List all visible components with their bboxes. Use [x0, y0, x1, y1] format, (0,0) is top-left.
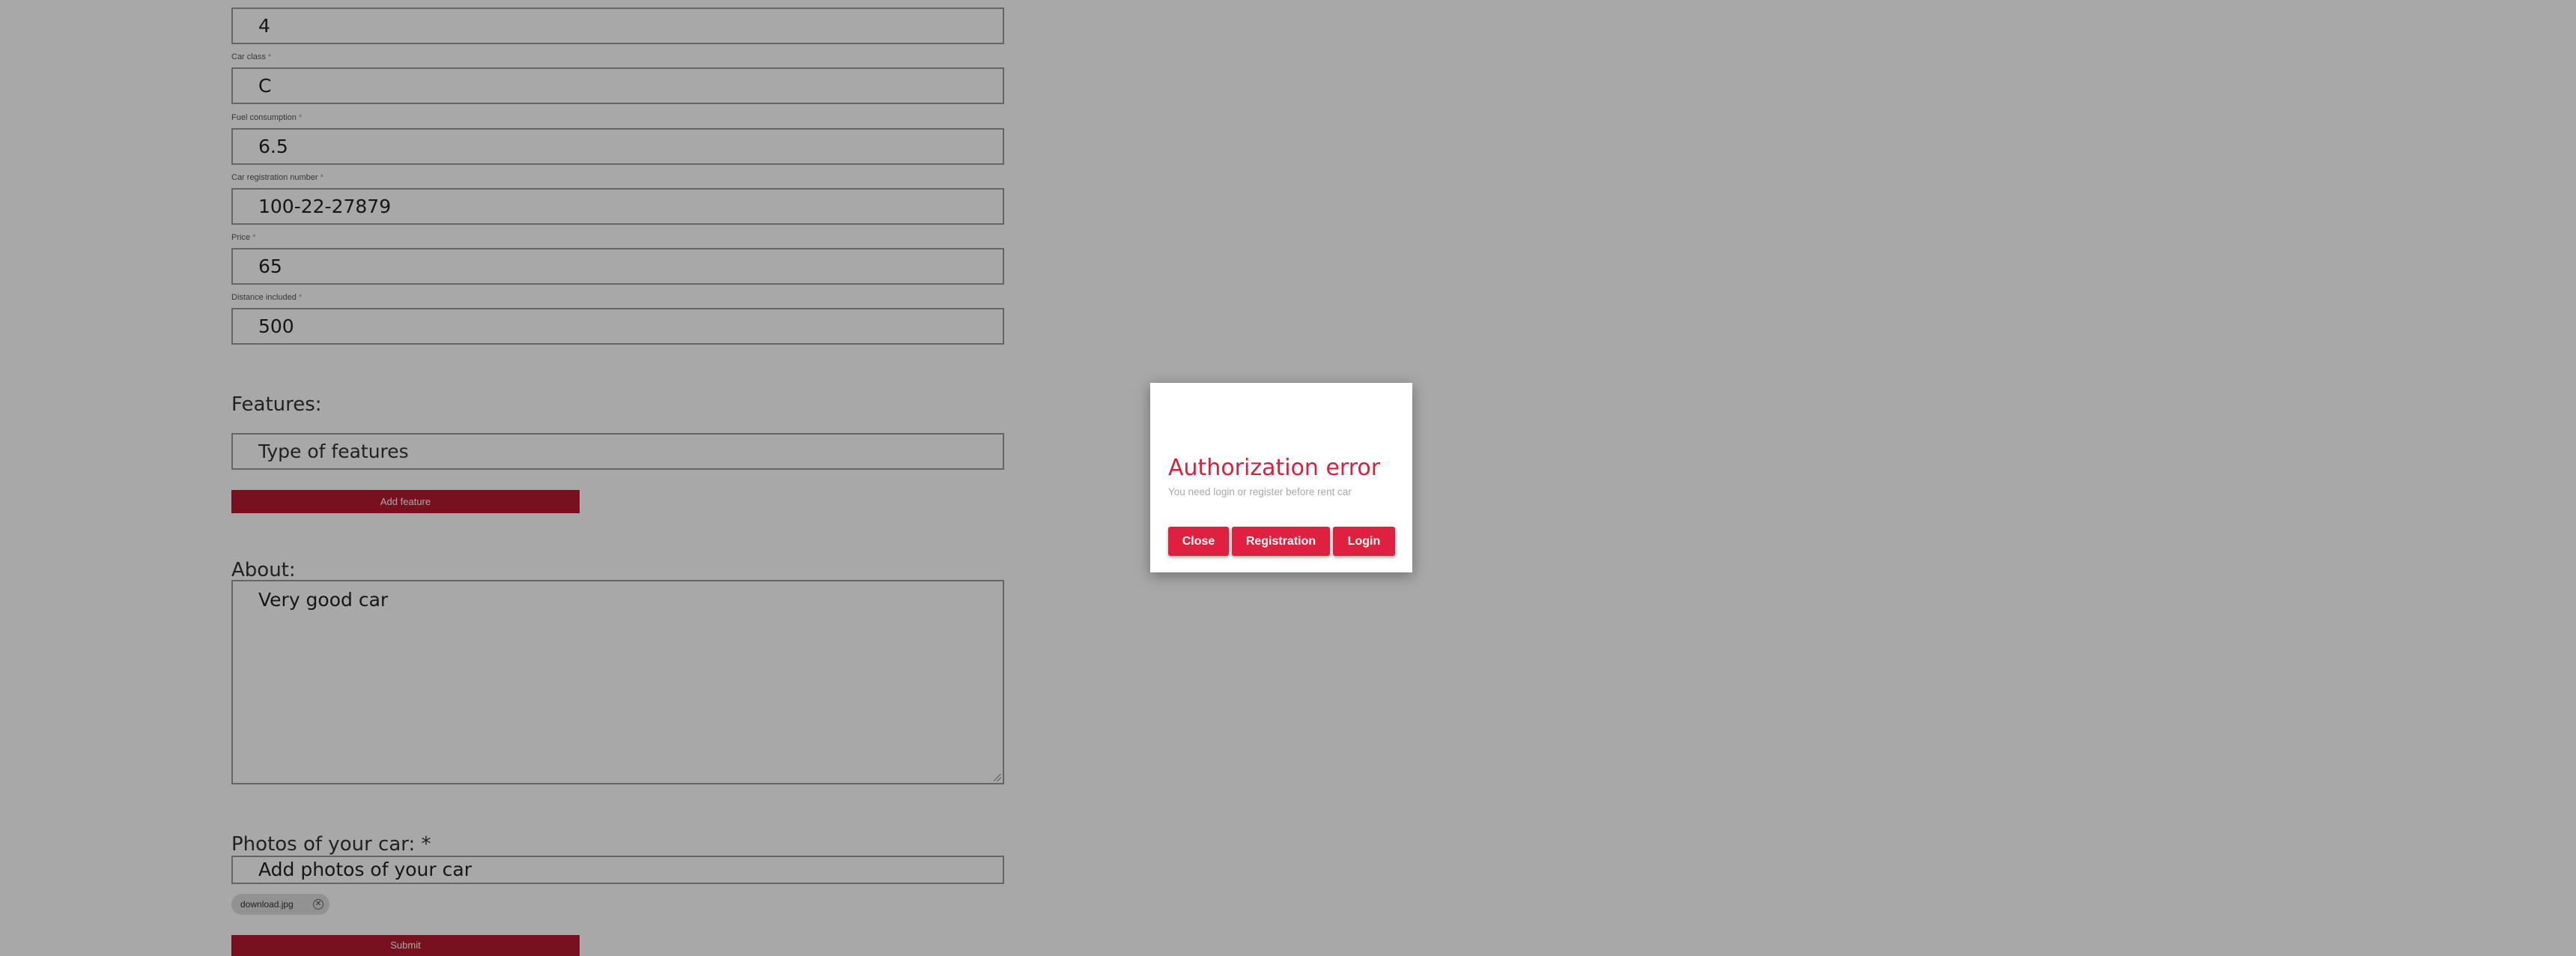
close-button[interactable]: Close: [1168, 527, 1229, 556]
login-button[interactable]: Login: [1333, 527, 1395, 556]
modal-message: You need login or register before rent c…: [1168, 486, 1352, 497]
registration-button[interactable]: Registration: [1232, 527, 1330, 556]
authorization-error-dialog: Authorization error You need login or re…: [1150, 383, 1412, 572]
modal-title: Authorization error: [1168, 455, 1381, 481]
